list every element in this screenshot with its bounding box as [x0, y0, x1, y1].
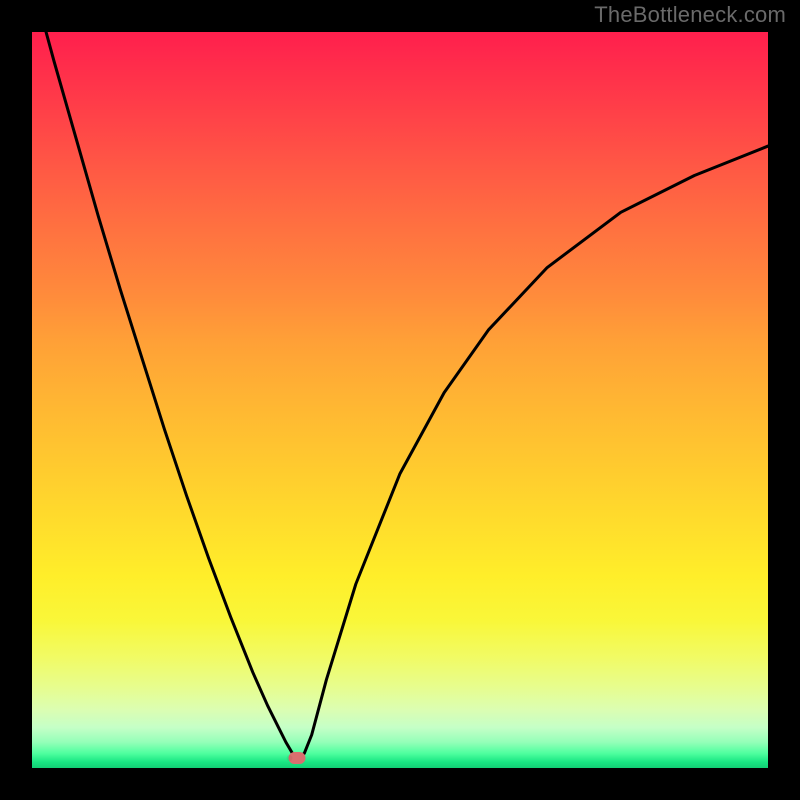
min-marker	[288, 752, 305, 764]
bottleneck-curve	[32, 32, 768, 768]
watermark-text: TheBottleneck.com	[594, 2, 786, 28]
chart-stage: TheBottleneck.com	[0, 0, 800, 800]
plot-area	[32, 32, 768, 768]
